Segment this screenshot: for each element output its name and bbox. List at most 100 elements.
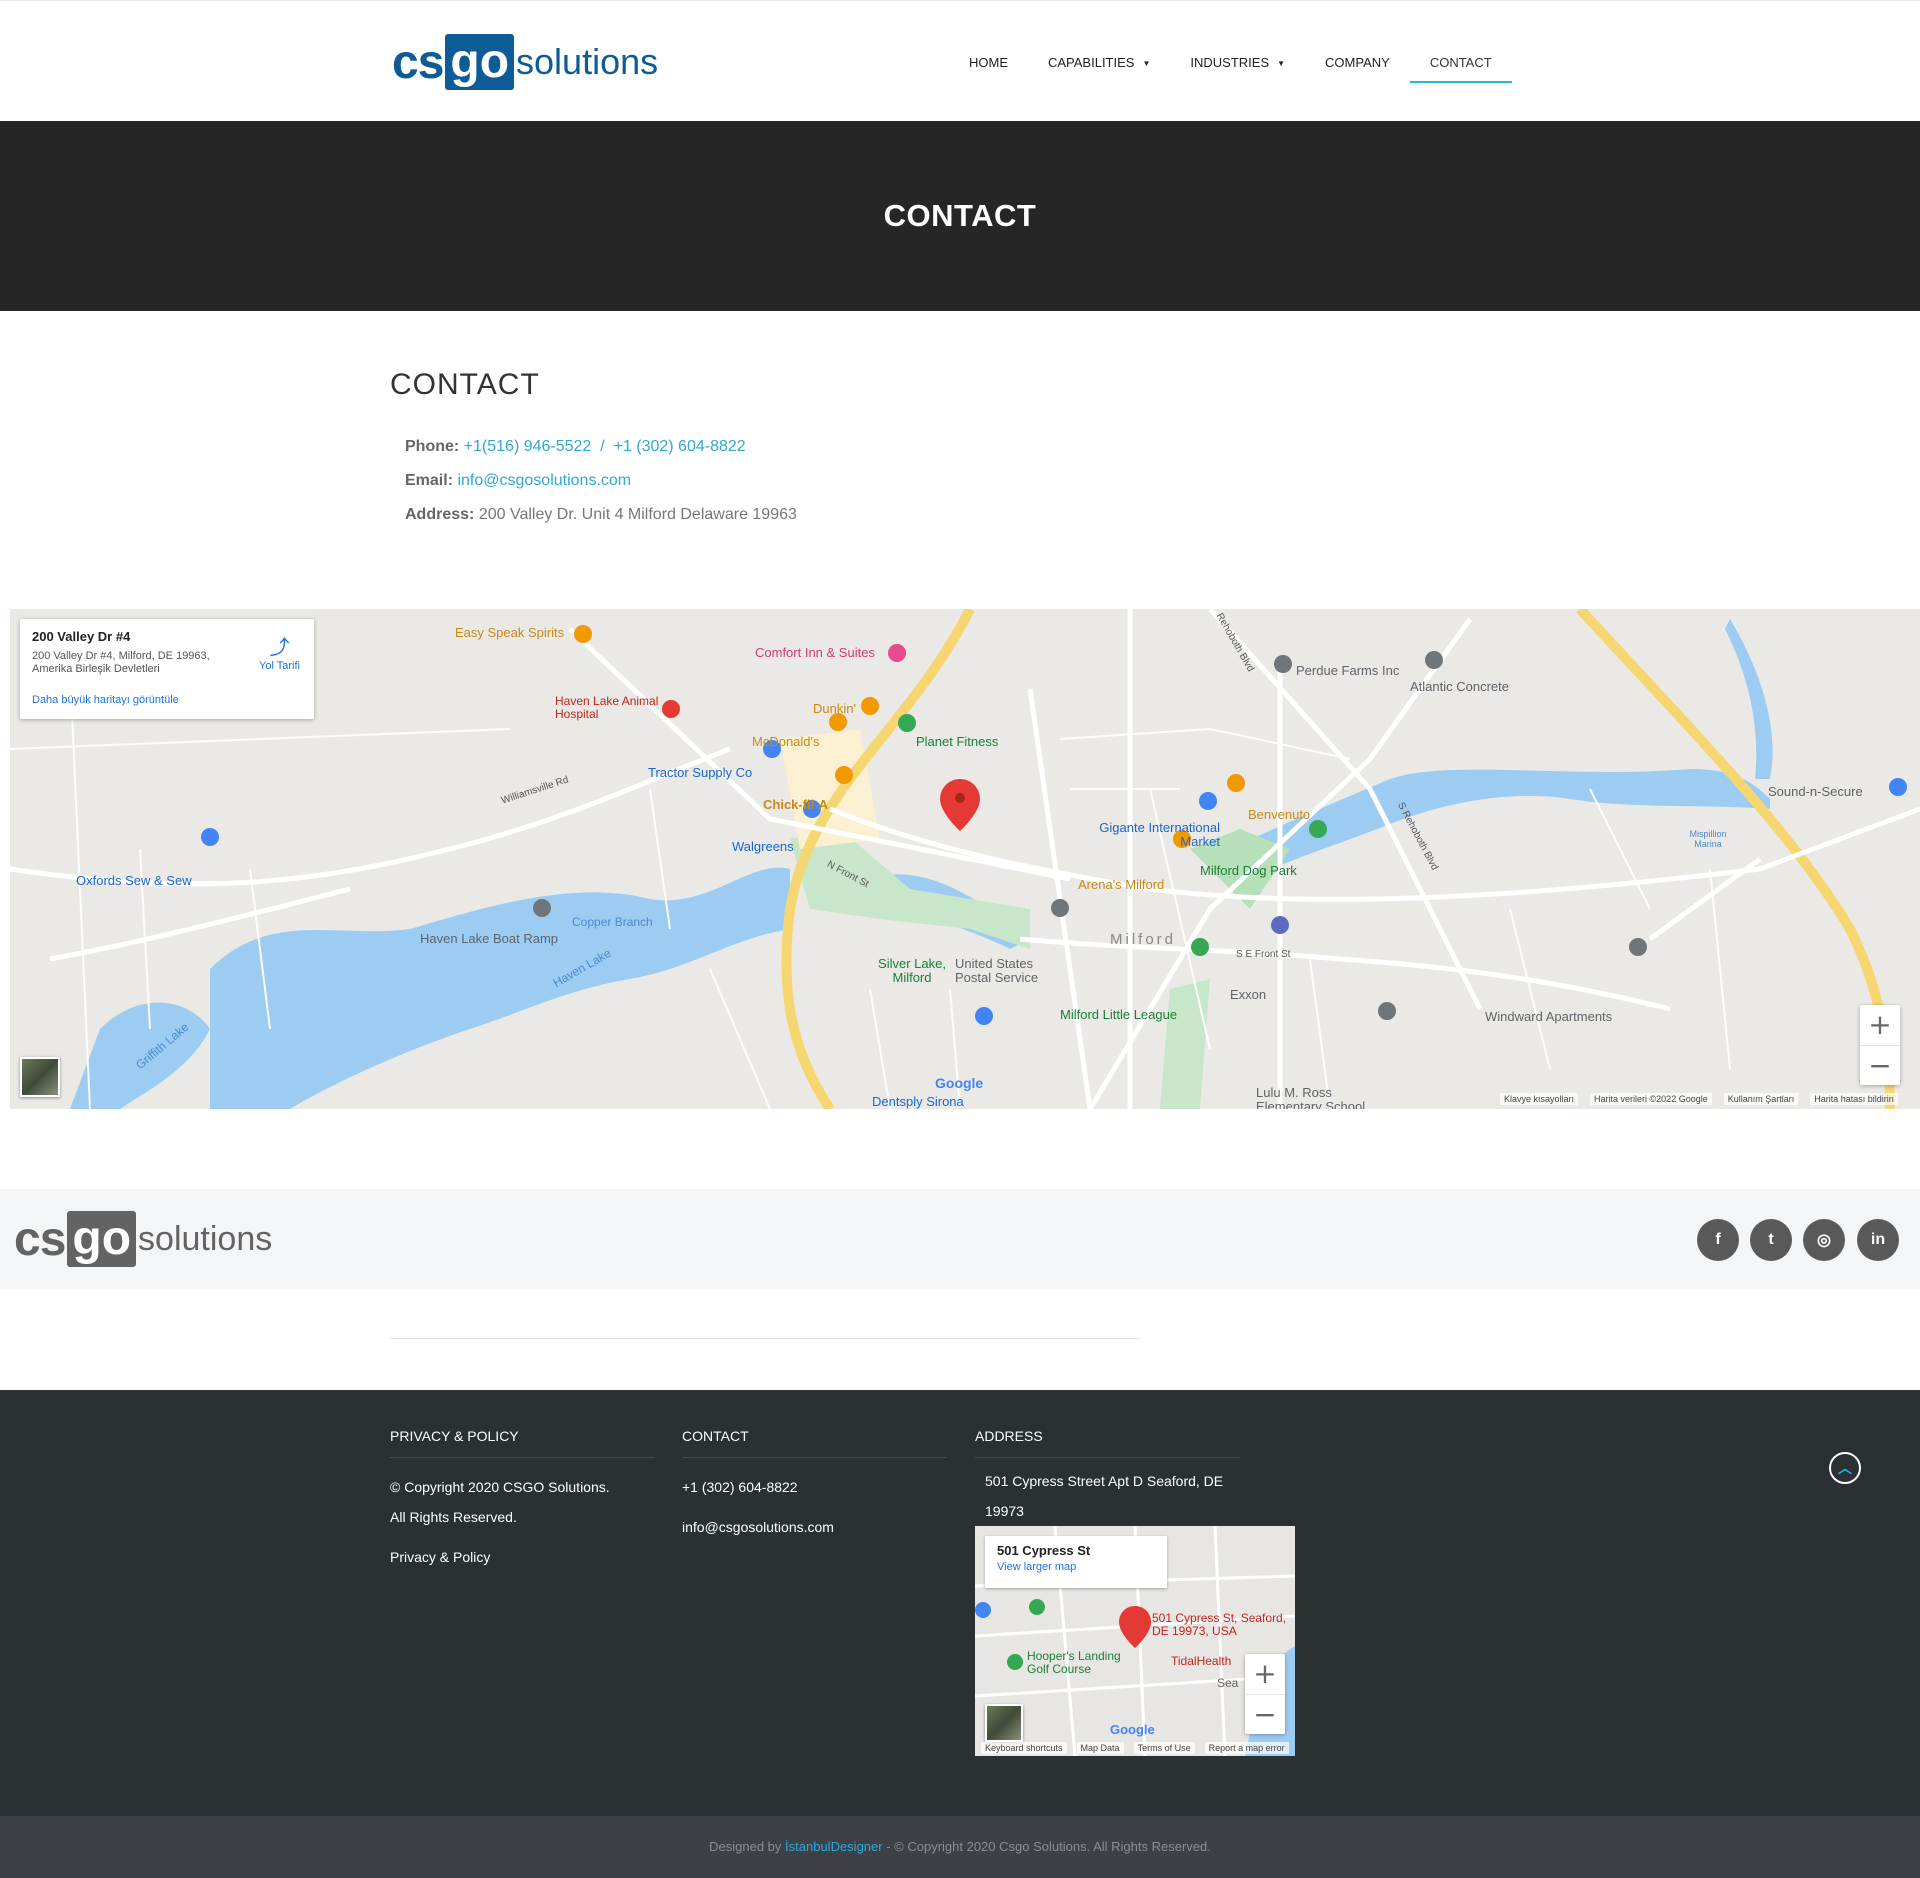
mini-map-shortcuts[interactable]: Keyboard shortcuts xyxy=(981,1742,1067,1754)
back-to-top-button[interactable]: ︿ xyxy=(1829,1452,1861,1484)
map-terms[interactable]: Kullanım Şartları xyxy=(1723,1093,1799,1105)
nav-capabilities[interactable]: CAPABILITIES ▼ xyxy=(1028,43,1170,83)
site-logo[interactable]: cs go solutions xyxy=(392,33,658,91)
phone-link-2[interactable]: +1 (302) 604-8822 xyxy=(614,438,746,455)
map-label-usps[interactable]: United States Postal Service xyxy=(955,957,1055,985)
footer-rights: All Rights Reserved. xyxy=(390,1509,517,1525)
designed-by-label: Designed by xyxy=(709,1839,782,1854)
map-label-exxon[interactable]: Exxon xyxy=(1230,987,1266,1002)
footer-phone[interactable]: +1 (302) 604-8822 xyxy=(682,1472,798,1502)
map-label-benvenuto[interactable]: Benvenuto xyxy=(1248,807,1310,822)
caret-down-icon: ▼ xyxy=(1142,58,1151,68)
address-line: Address: 200 Valley Dr. Unit 4 Milford D… xyxy=(405,506,797,524)
map-label-s-e-front-st: S E Front St xyxy=(1236,949,1291,960)
twitter-icon[interactable]: t xyxy=(1750,1219,1792,1261)
phone-link-1[interactable]: +1(516) 946-5522 xyxy=(464,438,592,455)
linkedin-icon[interactable]: in xyxy=(1857,1219,1899,1261)
map-label-walgreens[interactable]: Walgreens xyxy=(732,839,794,854)
site-header: cs go solutions HOME CAPABILITIES ▼ INDUS… xyxy=(0,0,1920,121)
footer-privacy-title: PRIVACY & POLICY xyxy=(390,1428,655,1458)
footer-address-line1: 501 Cypress Street Apt D Seaford, DE xyxy=(985,1473,1224,1489)
map-info-card: 200 Valley Dr #4 200 Valley Dr #4, Milfo… xyxy=(20,619,314,719)
designer-link[interactable]: İstanbulDesigner xyxy=(785,1839,883,1854)
map-data: Harita verileri ©2022 Google xyxy=(1590,1093,1712,1105)
map-label-little-league[interactable]: Milford Little League xyxy=(1060,1007,1177,1022)
map-label-perdue-farms[interactable]: Perdue Farms Inc xyxy=(1296,663,1399,678)
chevron-up-icon: ︿ xyxy=(1838,1460,1852,1476)
map-footer: Klavye kısayolları Harita verileri ©2022… xyxy=(1500,1093,1898,1105)
satellite-toggle[interactable] xyxy=(20,1057,60,1097)
map-label-dunkin[interactable]: Dunkin' xyxy=(813,701,856,716)
mini-map-terms[interactable]: Terms of Use xyxy=(1133,1742,1195,1754)
nav-contact[interactable]: CONTACT xyxy=(1409,43,1512,83)
mini-map-view-larger-link[interactable]: View larger map xyxy=(997,1561,1155,1573)
mini-satellite-toggle[interactable] xyxy=(985,1704,1023,1742)
map-label-windward[interactable]: Windward Apartments xyxy=(1485,1009,1612,1024)
view-larger-map-link[interactable]: Daha büyük haritayı görüntüle xyxy=(32,694,302,706)
section-divider xyxy=(390,1338,1140,1339)
map-label-chick-fil-a[interactable]: Chick-fil-A xyxy=(763,797,828,812)
logo-solutions: solutions xyxy=(516,41,659,82)
mini-zoom-out-button[interactable]: − xyxy=(1245,1694,1285,1734)
mini-zoom-in-button[interactable]: + xyxy=(1245,1654,1285,1694)
logo-cs: cs xyxy=(392,35,444,89)
mini-map-card: 501 Cypress St View larger map xyxy=(985,1536,1167,1588)
map-label-comfort-inn[interactable]: Comfort Inn & Suites xyxy=(755,645,875,660)
instagram-icon[interactable]: ◎ xyxy=(1803,1219,1845,1261)
address-label: Address: xyxy=(405,506,475,523)
nav-capabilities-label: CAPABILITIES xyxy=(1048,55,1135,70)
directions-button[interactable]: ⤴ Yol Tarifi xyxy=(259,631,300,672)
location-map[interactable]: Easy Speak Spirits Comfort Inn & Suites … xyxy=(10,609,1920,1109)
map-label-haven-lake-animal[interactable]: Haven Lake Animal Hospital xyxy=(555,695,675,721)
map-label-mispillion: Mispillion Marina xyxy=(1689,829,1727,849)
directions-icon: ⤴ xyxy=(269,637,290,659)
footer-email[interactable]: info@csgosolutions.com xyxy=(682,1512,834,1542)
nav-home[interactable]: HOME xyxy=(949,43,1028,83)
map-label-tractor-supply[interactable]: Tractor Supply Co xyxy=(648,765,752,780)
zoom-in-button[interactable]: + xyxy=(1860,1005,1900,1045)
mini-google-logo: Google xyxy=(1110,1722,1155,1737)
map-keyboard-shortcuts[interactable]: Klavye kısayolları xyxy=(1500,1093,1579,1105)
map-label-lulu-ross[interactable]: Lulu M. Ross Elementary School xyxy=(1256,1086,1386,1110)
nav-company-label: COMPANY xyxy=(1325,55,1390,70)
footer-privacy-link[interactable]: Privacy & Policy xyxy=(390,1542,490,1572)
map-label-arenas[interactable]: Arena's Milford xyxy=(1078,877,1164,892)
address-value: 200 Valley Dr. Unit 4 Milford Delaware 1… xyxy=(478,506,797,523)
footer-address-title: ADDRESS xyxy=(975,1428,1240,1458)
nav-industries[interactable]: INDUSTRIES ▼ xyxy=(1170,43,1305,83)
mini-map-report[interactable]: Report a map error xyxy=(1204,1742,1289,1754)
main-nav: HOME CAPABILITIES ▼ INDUSTRIES ▼ COMPANY C… xyxy=(949,43,1512,83)
page-hero: CONTACT xyxy=(0,121,1920,311)
mini-map-title: 501 Cypress St xyxy=(997,1543,1091,1558)
footer-contact-title: CONTACT xyxy=(682,1428,947,1458)
nav-company[interactable]: COMPANY xyxy=(1305,43,1410,83)
map-report[interactable]: Harita hatası bildirin xyxy=(1810,1093,1898,1105)
facebook-icon[interactable]: f xyxy=(1697,1219,1739,1261)
footer-mini-map[interactable]: 501 Cypress St View larger map 501 Cypre… xyxy=(975,1526,1295,1756)
map-label-oxfords[interactable]: Oxfords Sew & Sew xyxy=(76,873,192,888)
footer-logo-solutions: solutions xyxy=(138,1219,273,1258)
zoom-out-button[interactable]: − xyxy=(1860,1045,1900,1085)
map-label-sound-n-secure[interactable]: Sound-n-Secure xyxy=(1768,784,1863,799)
map-label-dentsply[interactable]: Dentsply Sirona xyxy=(872,1094,964,1109)
map-label-planet-fitness[interactable]: Planet Fitness xyxy=(916,734,998,749)
footer-logo-band: cs go solutions f t ◎ in xyxy=(0,1189,1920,1289)
mini-map-zoom-controls: + − xyxy=(1245,1654,1285,1734)
map-label-gigante[interactable]: Gigante International Market xyxy=(1070,821,1220,849)
map-label-mcdonalds[interactable]: McDonald's xyxy=(752,734,820,749)
logo-go: go xyxy=(445,34,515,90)
email-link[interactable]: info@csgosolutions.com xyxy=(457,472,631,489)
mini-map-tidal-label: TidalHealth xyxy=(1171,1654,1232,1668)
mini-map-pin-line2: DE 19973, USA xyxy=(1152,1624,1237,1638)
map-label-dog-park[interactable]: Milford Dog Park xyxy=(1200,863,1297,878)
nav-industries-label: INDUSTRIES xyxy=(1190,55,1270,70)
map-label-silver-lake[interactable]: Silver Lake, Milford xyxy=(872,957,952,985)
google-logo: Google xyxy=(935,1075,983,1091)
map-label-haven-lake-boat[interactable]: Haven Lake Boat Ramp xyxy=(420,931,558,946)
map-label-atlantic-concrete[interactable]: Atlantic Concrete xyxy=(1410,679,1509,694)
footer-logo[interactable]: cs go solutions xyxy=(14,1211,272,1267)
phone-separator: / xyxy=(600,438,605,455)
map-label-easy-speak[interactable]: Easy Speak Spirits xyxy=(455,625,564,640)
bottom-copyright: - © Copyright 2020 Csgo Solutions. All R… xyxy=(886,1839,1211,1854)
map-label-copper-branch: Copper Branch xyxy=(572,915,653,929)
